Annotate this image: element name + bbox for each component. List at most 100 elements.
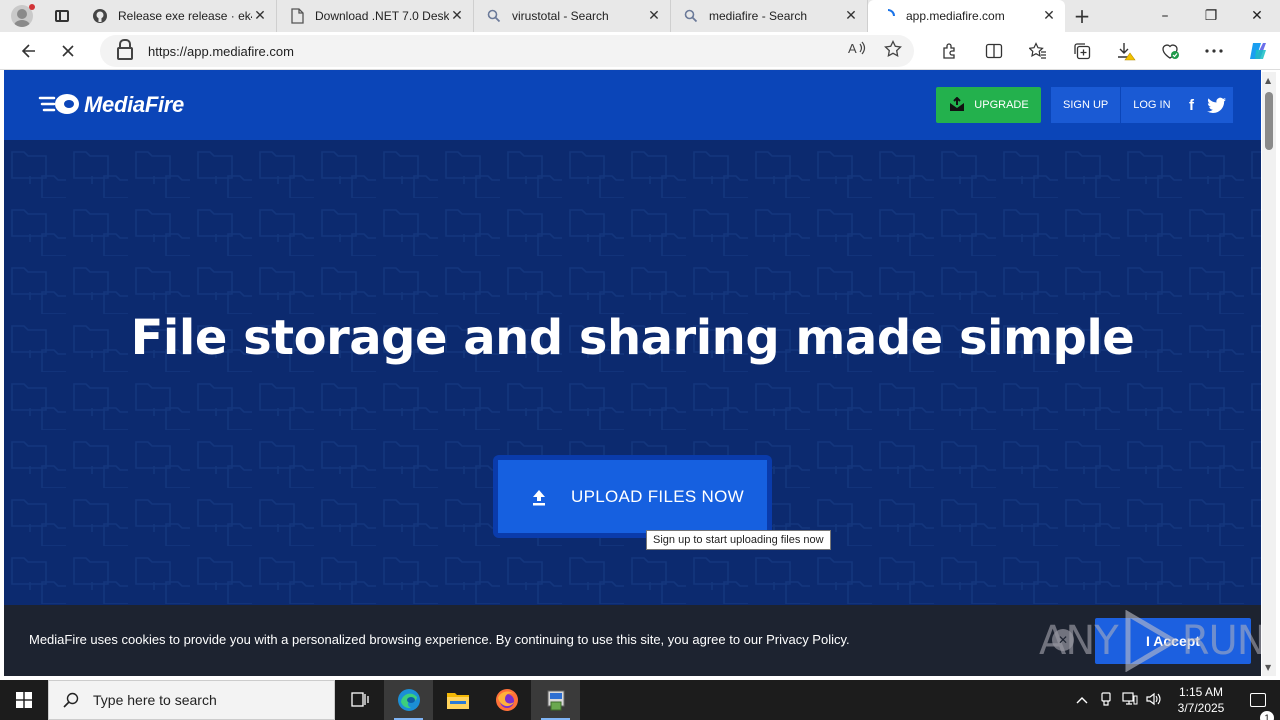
clock-date: 3/7/2025 <box>1177 701 1225 715</box>
brand-name: MediaFire <box>84 92 184 117</box>
upload-label: UPLOAD FILES NOW <box>571 486 744 506</box>
firefox-icon[interactable] <box>482 680 531 720</box>
scroll-up-icon[interactable]: ▲ <box>1265 76 1271 85</box>
search-icon <box>63 692 79 708</box>
mediafire-page: MediaFire UPGRADE SIGN UP LOG IN f File … <box>4 70 1261 676</box>
page-scrollbar[interactable]: ▲ ▼ <box>1262 72 1276 676</box>
system-tray: 1:15 AM 3/7/2025 1 <box>1070 680 1280 720</box>
omnibox-icons: A <box>848 39 914 62</box>
edge-icon[interactable] <box>384 680 433 720</box>
svg-text:A: A <box>848 41 857 56</box>
notification-badge: 1 <box>1260 711 1274 720</box>
windows-taskbar: Type here to search 1:15 AM 3/7/2025 1 <box>0 680 1280 720</box>
installer-icon[interactable] <box>531 680 580 720</box>
tab-title: virustotal - Search <box>512 9 609 23</box>
tab-title: Download .NET 7.0 Deskt <box>315 9 449 23</box>
account-nav: SIGN UP LOG IN f <box>1051 87 1233 123</box>
upload-button-frame: UPLOAD FILES NOW <box>493 455 772 538</box>
taskbar-search[interactable]: Type here to search <box>48 680 335 720</box>
url-text: https://app.mediafire.com <box>148 43 294 59</box>
address-bar[interactable]: https://app.mediafire.com A <box>100 35 914 67</box>
favorites-icon[interactable] <box>1016 32 1060 70</box>
tab-title: app.mediafire.com <box>906 9 1005 23</box>
scroll-down-icon[interactable]: ▼ <box>1265 663 1271 672</box>
window-controls: – ❐ ✕ <box>1142 0 1280 32</box>
extensions-icon[interactable] <box>928 32 972 70</box>
minimize-button[interactable]: – <box>1142 0 1188 32</box>
github-icon <box>92 8 108 24</box>
file-explorer-icon[interactable] <box>433 680 482 720</box>
search-icon <box>486 8 502 24</box>
address-toolbar: https://app.mediafire.com A <box>0 32 1280 70</box>
system-clock[interactable]: 1:15 AM 3/7/2025 <box>1166 684 1236 716</box>
sign-up-link[interactable]: SIGN UP <box>1051 99 1120 111</box>
browser-toolbar-icons <box>928 32 1280 70</box>
tab-actions-button[interactable] <box>44 0 80 32</box>
site-header: MediaFire UPGRADE SIGN UP LOG IN f <box>4 70 1261 140</box>
tab-dotnet[interactable]: Download .NET 7.0 Deskt ✕ <box>277 0 474 32</box>
facebook-icon[interactable]: f <box>1183 97 1201 114</box>
split-screen-icon[interactable] <box>972 32 1016 70</box>
close-banner-icon[interactable]: ✕ <box>1052 629 1074 651</box>
mediafire-logo[interactable]: MediaFire <box>38 89 184 121</box>
browser-essentials-icon[interactable] <box>1148 32 1192 70</box>
start-button[interactable] <box>0 680 48 720</box>
tab-release[interactable]: Release exe release · ek4c ✕ <box>80 0 277 32</box>
profile-alert-dot <box>29 4 35 10</box>
copilot-icon[interactable] <box>1236 32 1280 70</box>
tab-virustotal[interactable]: virustotal - Search ✕ <box>474 0 671 32</box>
collections-icon[interactable] <box>1060 32 1104 70</box>
usb-device-icon[interactable] <box>1094 691 1118 709</box>
task-view-icon[interactable] <box>335 680 384 720</box>
upload-files-button[interactable]: UPLOAD FILES NOW <box>498 460 767 533</box>
search-placeholder: Type here to search <box>93 692 217 708</box>
accept-cookies-button[interactable]: I Accept <box>1095 618 1251 664</box>
tab-actions-icon <box>55 10 69 22</box>
clock-time: 1:15 AM <box>1178 685 1224 699</box>
tab-title: mediafire - Search <box>709 9 808 23</box>
notification-icon <box>1250 693 1266 707</box>
favorite-star-icon[interactable] <box>884 39 902 62</box>
background-pattern <box>4 140 1261 676</box>
back-arrow-icon <box>21 43 35 58</box>
new-tab-button[interactable]: + <box>1065 0 1099 32</box>
tab-strip: Release exe release · ek4c ✕ Download .N… <box>0 0 1280 32</box>
cookie-message: MediaFire uses cookies to provide you wi… <box>29 632 850 647</box>
downloads-icon[interactable] <box>1104 32 1148 70</box>
twitter-icon[interactable] <box>1206 97 1227 113</box>
upgrade-button[interactable]: UPGRADE <box>936 87 1041 123</box>
settings-more-icon[interactable] <box>1192 32 1236 70</box>
page-icon <box>289 8 305 24</box>
tab-title: Release exe release · ek4c <box>118 9 252 23</box>
close-window-button[interactable]: ✕ <box>1234 0 1280 32</box>
close-icon[interactable]: ✕ <box>252 8 268 24</box>
network-icon[interactable] <box>1118 691 1142 709</box>
tab-mediafire-search[interactable]: mediafire - Search ✕ <box>671 0 868 32</box>
close-icon[interactable]: ✕ <box>843 8 859 24</box>
mediafire-flame-icon <box>38 94 79 114</box>
upgrade-icon <box>950 97 965 111</box>
hero-headline: File storage and sharing made simple <box>130 310 1135 366</box>
close-icon[interactable]: ✕ <box>449 8 465 24</box>
windows-logo-icon <box>16 692 32 708</box>
upload-icon <box>533 489 545 505</box>
notification-center-button[interactable]: 1 <box>1236 693 1280 720</box>
close-icon[interactable]: ✕ <box>646 8 662 24</box>
lock-icon <box>116 39 133 60</box>
profile-button[interactable] <box>0 0 44 32</box>
read-aloud-icon[interactable]: A <box>848 40 866 62</box>
show-hidden-icons-icon[interactable] <box>1070 693 1094 707</box>
close-icon[interactable]: ✕ <box>1041 8 1057 24</box>
upgrade-label: UPGRADE <box>974 99 1029 111</box>
tab-app-mediafire[interactable]: app.mediafire.com ✕ <box>868 0 1065 32</box>
back-button[interactable] <box>8 32 48 70</box>
volume-icon[interactable] <box>1142 692 1166 709</box>
upload-tooltip: Sign up to start uploading files now <box>646 530 831 550</box>
cookie-banner: MediaFire uses cookies to provide you wi… <box>4 605 1261 676</box>
restore-button[interactable]: ❐ <box>1188 0 1234 32</box>
loading-icon <box>880 8 896 24</box>
scrollbar-thumb[interactable] <box>1265 92 1273 150</box>
search-icon <box>683 8 699 24</box>
stop-loading-button[interactable] <box>48 32 88 70</box>
log-in-link[interactable]: LOG IN <box>1121 99 1182 111</box>
